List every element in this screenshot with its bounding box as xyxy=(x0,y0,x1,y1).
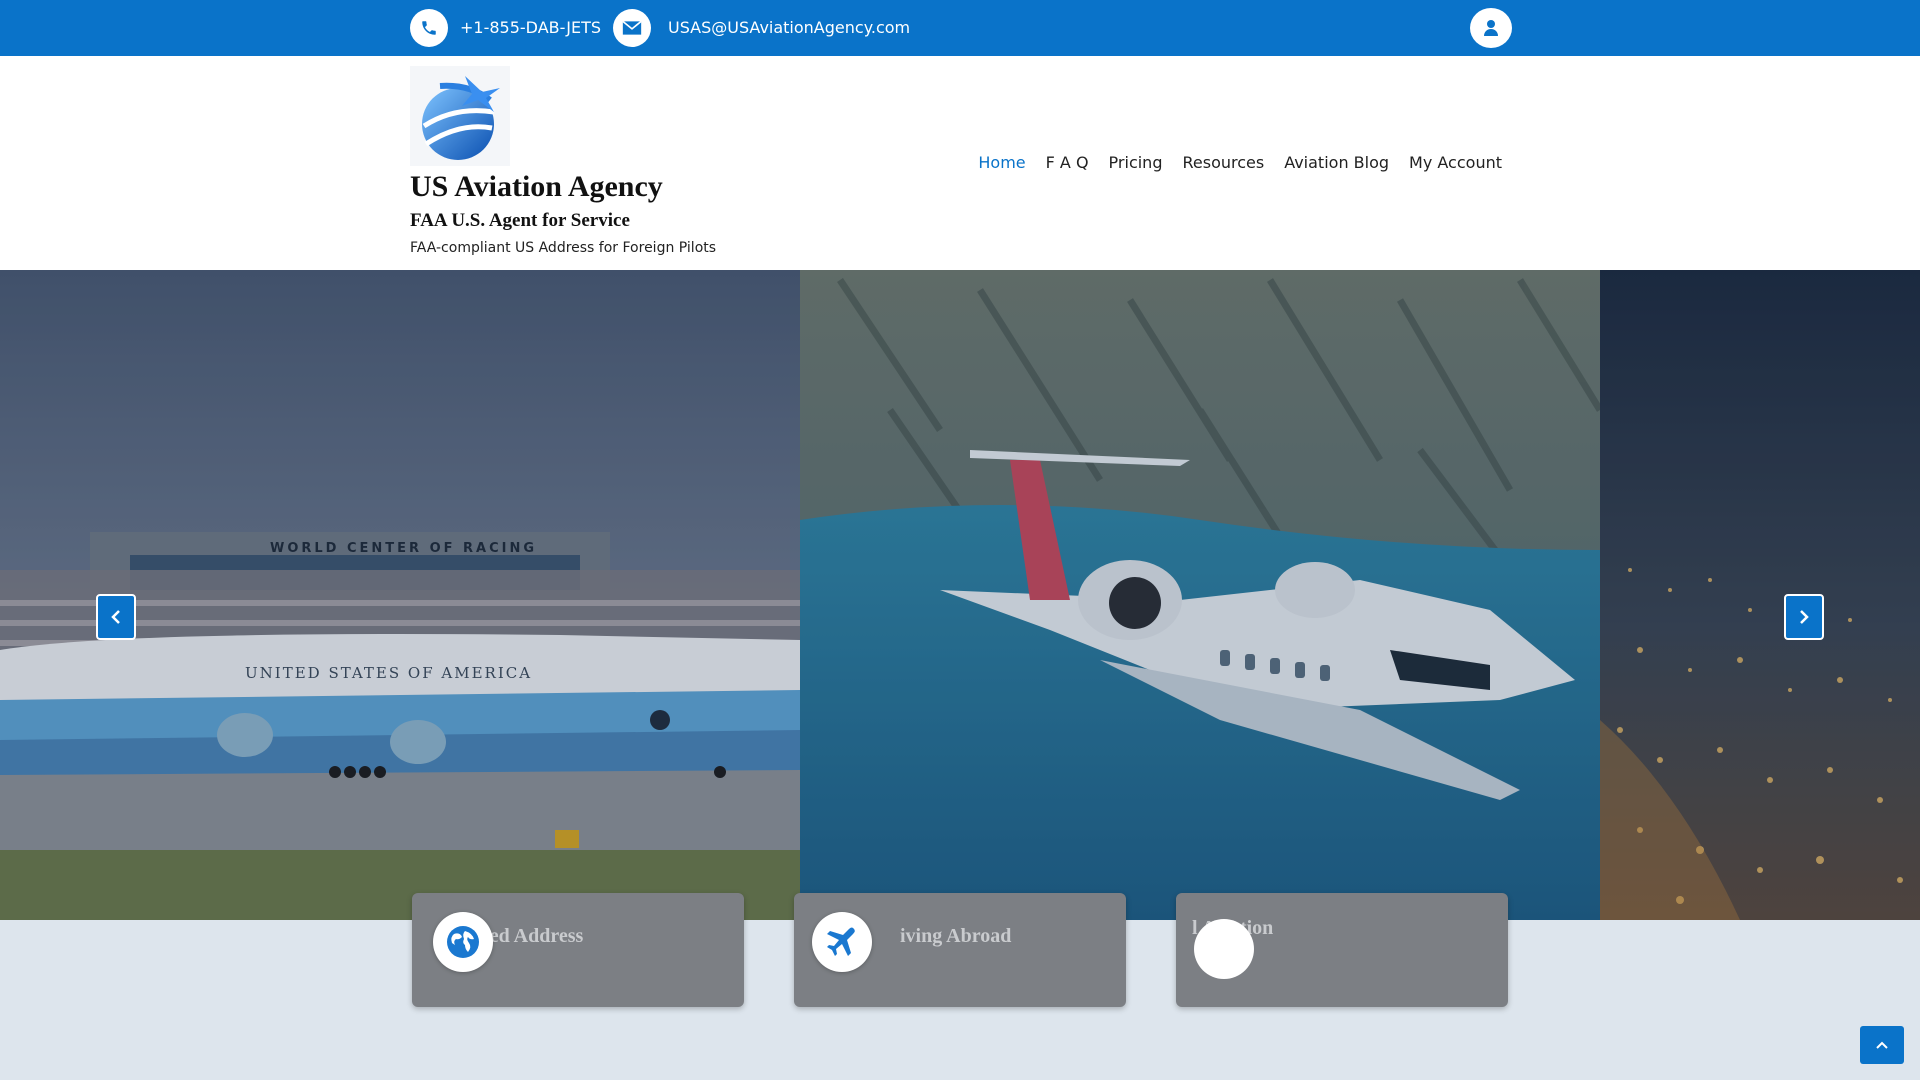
feature-card-aviation[interactable]: l Aviation xyxy=(1176,893,1508,1007)
hero-dim-overlay xyxy=(0,270,1920,920)
top-contact-bar: +1-855-DAB-JETS USAS@USAviationAgency.co… xyxy=(0,0,1920,56)
nav-pricing[interactable]: Pricing xyxy=(1109,153,1163,172)
blank-icon xyxy=(1194,919,1254,979)
site-subtitle: FAA U.S. Agent for Service xyxy=(410,210,630,231)
phone-number[interactable]: +1-855-DAB-JETS xyxy=(460,17,601,39)
feature-card-address[interactable]: ased Address xyxy=(412,893,744,1007)
nav-faq[interactable]: F A Q xyxy=(1046,153,1089,172)
nav-resources[interactable]: Resources xyxy=(1182,153,1264,172)
chevron-left-icon xyxy=(111,610,120,624)
envelope-icon[interactable] xyxy=(613,9,651,47)
globe-plane-logo[interactable] xyxy=(410,66,510,166)
site-title[interactable]: US Aviation Agency xyxy=(410,170,663,204)
hero-carousel: WORLD CENTER OF RACING UNITED STATES OF … xyxy=(0,270,1920,920)
carousel-next-button[interactable] xyxy=(1784,594,1824,640)
airplane-icon xyxy=(812,912,872,972)
carousel-prev-button[interactable] xyxy=(96,594,136,640)
chevron-up-icon xyxy=(1876,1041,1888,1049)
globe-icon xyxy=(433,912,493,972)
email-address[interactable]: USAS@USAviationAgency.com xyxy=(668,17,910,39)
nav-aviation-blog[interactable]: Aviation Blog xyxy=(1284,153,1389,172)
feature-card-living-abroad[interactable]: iving Abroad xyxy=(794,893,1126,1007)
main-nav: Home F A Q Pricing Resources Aviation Bl… xyxy=(978,153,1502,172)
chevron-right-icon xyxy=(1800,610,1809,624)
back-to-top-button[interactable] xyxy=(1860,1026,1904,1064)
nav-my-account[interactable]: My Account xyxy=(1409,153,1502,172)
site-header: US Aviation Agency FAA U.S. Agent for Se… xyxy=(0,56,1920,270)
card-title: iving Abroad xyxy=(900,925,1012,947)
site-tagline: FAA-compliant US Address for Foreign Pil… xyxy=(410,240,717,256)
user-icon[interactable] xyxy=(1470,8,1512,48)
phone-icon[interactable] xyxy=(410,9,448,47)
nav-home[interactable]: Home xyxy=(978,153,1025,172)
